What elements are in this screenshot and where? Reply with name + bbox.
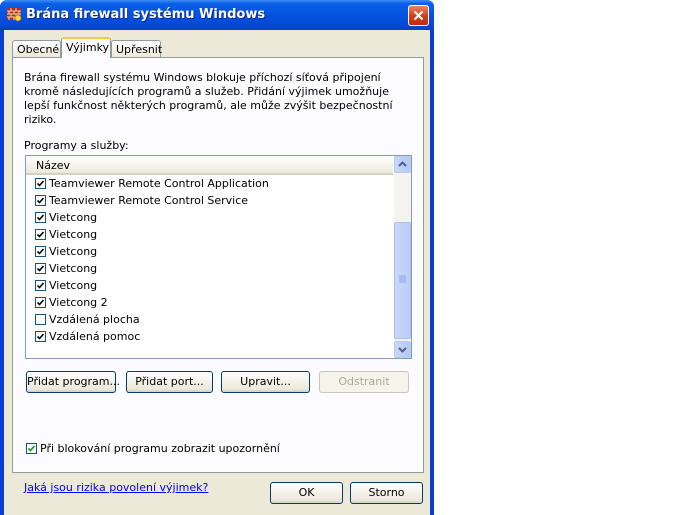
close-icon (413, 10, 424, 21)
list-item[interactable]: Vzdálená pomoc (26, 329, 393, 346)
item-label: Vietcong (49, 211, 98, 224)
checkmark-icon (36, 333, 45, 340)
item-label: Vietcong (49, 245, 98, 258)
exceptions-panel: Brána firewall systému Windows blokuje p… (12, 57, 424, 494)
title-bar[interactable]: Brána firewall systému Windows (0, 0, 434, 30)
item-label: Teamviewer Remote Control Service (49, 194, 249, 207)
dialog-client-area: Obecné Výjimky Upřesnit Brána firewall s… (4, 30, 430, 515)
item-checkbox[interactable] (35, 212, 46, 223)
programs-rows: Teamviewer Remote Control Application Tea… (26, 176, 393, 346)
list-item[interactable]: Vietcong (26, 278, 393, 295)
item-checkbox[interactable] (35, 229, 46, 240)
checkmark-icon (36, 299, 45, 306)
list-scrollbar[interactable] (394, 156, 411, 358)
list-item[interactable]: Vietcong (26, 227, 393, 244)
close-button[interactable] (408, 5, 429, 26)
item-label: Vietcong (49, 279, 98, 292)
checkmark-icon (36, 231, 45, 238)
description-text: Brána firewall systému Windows blokuje p… (24, 71, 393, 126)
tab-general[interactable]: Obecné (12, 40, 61, 57)
chevron-down-icon (398, 347, 407, 353)
item-checkbox[interactable] (35, 280, 46, 291)
checkmark-icon (36, 180, 45, 187)
notify-checkbox[interactable] (26, 443, 37, 454)
programs-list: Název Teamviewer Remote Control Applicat… (25, 155, 412, 359)
cancel-button[interactable]: Storno (350, 482, 423, 504)
list-item[interactable]: Teamviewer Remote Control Application (26, 176, 393, 193)
item-checkbox[interactable] (35, 331, 46, 342)
item-checkbox[interactable] (35, 263, 46, 274)
list-item[interactable]: Vietcong 2 (26, 295, 393, 312)
item-checkbox[interactable] (35, 246, 46, 257)
item-label: Vzdálená pomoc (49, 330, 141, 343)
risks-link[interactable]: Jaká jsou rizika povolení výjimek? (24, 481, 208, 494)
item-checkbox[interactable] (35, 314, 46, 325)
item-checkbox[interactable] (35, 178, 46, 189)
scroll-thumb[interactable] (394, 222, 411, 339)
column-header-label: Název (36, 159, 71, 172)
checkmark-icon (36, 265, 45, 272)
list-item[interactable]: Vzdálená plocha (26, 312, 393, 329)
item-label: Teamviewer Remote Control Application (49, 177, 269, 190)
column-header-name[interactable]: Název (26, 156, 393, 175)
ok-button[interactable]: OK (270, 482, 343, 504)
item-checkbox[interactable] (35, 297, 46, 308)
add-port-button[interactable]: Přidat port... (126, 371, 213, 393)
window-title: Brána firewall systému Windows (26, 7, 266, 22)
list-item[interactable]: Vietcong (26, 210, 393, 227)
list-item[interactable]: Vietcong (26, 261, 393, 278)
chevron-up-icon (398, 161, 407, 167)
item-checkbox[interactable] (35, 195, 46, 206)
firewall-brick-icon (6, 6, 22, 22)
grip-icon (399, 275, 406, 283)
item-label: Vietcong (49, 262, 98, 275)
checkmark-icon (27, 445, 36, 452)
tab-advanced[interactable]: Upřesnit (111, 40, 162, 57)
list-item[interactable]: Teamviewer Remote Control Service (26, 193, 393, 210)
remove-button[interactable]: Odstranit (319, 371, 409, 393)
item-label: Vietcong (49, 228, 98, 241)
list-item[interactable]: Vietcong (26, 244, 393, 261)
edit-button[interactable]: Upravit... (221, 371, 310, 393)
firewall-window: Brána firewall systému Windows Obecné Vý… (0, 0, 434, 515)
checkmark-icon (36, 214, 45, 221)
checkmark-icon (36, 282, 45, 289)
add-program-button[interactable]: Přidat program... (26, 371, 120, 393)
programs-label: Programy a služby: (24, 139, 129, 152)
item-label: Vietcong 2 (49, 296, 108, 309)
item-label: Vzdálená plocha (49, 313, 140, 326)
checkmark-icon (36, 248, 45, 255)
checkmark-icon (36, 197, 45, 204)
scroll-down-button[interactable] (394, 341, 411, 358)
tab-exceptions[interactable]: Výjimky (61, 37, 111, 58)
notify-label[interactable]: Při blokování programu zobrazit upozorně… (40, 442, 280, 455)
scroll-up-button[interactable] (394, 156, 411, 173)
